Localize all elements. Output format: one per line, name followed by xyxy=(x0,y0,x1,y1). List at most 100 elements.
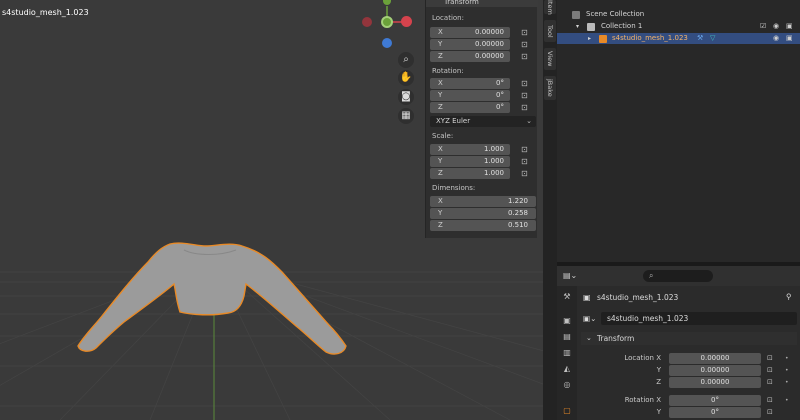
lock-icon[interactable]: ⊡ xyxy=(521,145,530,154)
scale-x-field[interactable]: X 1.000 xyxy=(430,144,510,155)
gizmo-x-pos[interactable] xyxy=(401,16,412,27)
transform-section-header[interactable]: ⌄ Transform xyxy=(581,332,797,345)
outliner-collection[interactable]: ▾ Collection 1 ☑ ◉ ▣ xyxy=(557,21,800,32)
world-icon[interactable]: ◎ xyxy=(562,380,572,390)
sweater-mesh xyxy=(77,242,347,355)
lock-icon[interactable]: ⊡ xyxy=(521,103,530,112)
blender-window: s4studio_mesh_1.023 ⌕ ✋ ◙ ▦ Transform Lo… xyxy=(0,0,800,420)
location-z-field[interactable]: Z 0.00000 xyxy=(430,51,510,62)
prop-location-y-field[interactable]: 0.00000 xyxy=(669,365,761,376)
lock-icon[interactable]: ⊡ xyxy=(767,354,773,362)
view-layer-icon[interactable]: ▥ xyxy=(562,348,572,358)
dimensions-z-field[interactable]: Z 0.510 xyxy=(430,220,536,231)
tab-tool[interactable]: Tool xyxy=(544,20,556,42)
properties-tabs: ⚒ ▣ ▤ ▥ ◭ ◎ ▢ xyxy=(557,286,577,420)
gizmo-z-neg[interactable] xyxy=(382,38,392,48)
sidebar-transform-panel: Transform Location: X 0.00000 Y 0.00000 Z0… xyxy=(425,0,538,238)
prop-location-x-field[interactable]: 0.00000 xyxy=(669,353,761,364)
lock-icon[interactable]: ⊡ xyxy=(767,408,773,416)
prop-location-z-field[interactable]: 0.00000 xyxy=(669,377,761,388)
mesh-object-icon xyxy=(599,35,607,43)
properties-header: ▤⌄ ⌕ xyxy=(557,266,800,286)
keyframe-dot-icon[interactable]: • xyxy=(785,379,789,386)
pan-hand-icon[interactable]: ✋ xyxy=(398,70,414,86)
tab-item[interactable]: Item xyxy=(544,0,556,15)
camera-icon[interactable]: ◙ xyxy=(398,89,414,105)
lock-icon[interactable]: ⊡ xyxy=(767,366,773,374)
gizmo-x-neg[interactable] xyxy=(362,17,372,27)
output-icon[interactable]: ▤ xyxy=(562,332,572,342)
modifier-wrench-icon[interactable]: ⚒ xyxy=(697,33,703,44)
viewport-object-label: s4studio_mesh_1.023 xyxy=(2,8,89,17)
rotation-x-field[interactable]: X 0° xyxy=(430,78,510,89)
scale-z-field[interactable]: Z 1.000 xyxy=(430,168,510,179)
properties-editor: ▤⌄ ⌕ ⚒ ▣ ▤ ▥ ◭ ◎ ▢ ▣ s4studio_mesh_1.023… xyxy=(557,266,800,420)
object-icon[interactable]: ▢ xyxy=(562,406,572,416)
search-icon: ⌕ xyxy=(649,271,654,280)
lock-icon[interactable]: ⊡ xyxy=(521,169,530,178)
lock-icon[interactable]: ⊡ xyxy=(767,396,773,404)
editor-type-icon[interactable]: ▤⌄ xyxy=(563,271,577,280)
lock-icon[interactable]: ⊡ xyxy=(521,91,530,100)
rotation-z-field[interactable]: Z 0° xyxy=(430,102,510,113)
tool-icon[interactable]: ⚒ xyxy=(562,292,572,302)
sidebar-tabs: Item Tool View jBake xyxy=(543,0,557,420)
properties-object-name: s4studio_mesh_1.023 xyxy=(597,293,679,302)
location-label: Location: xyxy=(432,14,464,22)
object-data-icon[interactable]: ▣⌄ xyxy=(583,314,596,323)
transform-panel-header[interactable]: Transform xyxy=(426,0,538,7)
lock-icon[interactable]: ⊡ xyxy=(521,157,530,166)
grid-perspective-icon[interactable]: ▦ xyxy=(398,108,414,124)
keyframe-dot-icon[interactable]: • xyxy=(785,397,789,404)
lock-icon[interactable]: ⊡ xyxy=(521,52,530,61)
checkbox-icon[interactable]: ☑ xyxy=(760,21,766,32)
collection-icon xyxy=(572,11,580,19)
dimensions-x-field[interactable]: X 1.220 xyxy=(430,196,536,207)
rotation-mode-dropdown[interactable]: XYZ Euler ⌄ xyxy=(430,116,536,127)
mesh-data-icon[interactable]: ▽ xyxy=(710,33,715,44)
render-icon[interactable]: ▣ xyxy=(562,316,572,326)
dimensions-label: Dimensions: xyxy=(432,184,476,192)
camera-icon[interactable]: ▣ xyxy=(786,33,793,44)
object-type-icon: ▣ xyxy=(583,293,591,302)
prop-rotation-x-field[interactable]: 0° xyxy=(669,395,761,406)
zoom-icon[interactable]: ⌕ xyxy=(398,52,414,68)
keyframe-dot-icon[interactable]: • xyxy=(785,355,789,362)
scale-y-field[interactable]: Y 1.000 xyxy=(430,156,510,167)
location-x-field[interactable]: X 0.00000 xyxy=(430,27,510,38)
lock-icon[interactable]: ⊡ xyxy=(521,40,530,49)
properties-search-input[interactable]: ⌕ xyxy=(643,270,713,282)
keyframe-dot-icon[interactable]: • xyxy=(785,367,789,374)
location-z-label: Z xyxy=(656,378,661,386)
eye-icon[interactable]: ◉ xyxy=(773,33,779,44)
pin-icon[interactable]: ⚲ xyxy=(786,292,792,301)
scene-icon[interactable]: ◭ xyxy=(562,364,572,374)
chevron-down-icon: ⌄ xyxy=(586,334,592,342)
expand-arrow-icon[interactable]: ▾ xyxy=(576,21,579,32)
collection-icon xyxy=(587,23,595,31)
rotation-y-label: Y xyxy=(656,408,661,416)
rotation-y-field[interactable]: Y 0° xyxy=(430,90,510,101)
prop-rotation-y-field[interactable]: 0° xyxy=(669,407,761,418)
object-name-field[interactable]: s4studio_mesh_1.023 xyxy=(601,312,797,325)
location-y-label: Y xyxy=(656,366,661,374)
outliner-scene-collection[interactable]: Scene Collection xyxy=(557,9,800,20)
gizmo-center-y[interactable] xyxy=(381,16,393,28)
lock-icon[interactable]: ⊡ xyxy=(521,79,530,88)
tab-jbake[interactable]: jBake xyxy=(544,76,556,100)
location-x-label: Location X xyxy=(624,354,661,362)
eye-icon[interactable]: ◉ xyxy=(773,21,779,32)
lock-icon[interactable]: ⊡ xyxy=(521,28,530,37)
chevron-down-icon: ⌄ xyxy=(526,117,532,125)
location-y-field[interactable]: Y 0.00000 xyxy=(430,39,510,50)
dimensions-y-field[interactable]: Y 0.258 xyxy=(430,208,536,219)
outliner: Scene Collection ▾ Collection 1 ☑ ◉ ▣ ▸ … xyxy=(557,0,800,262)
rotation-x-label: Rotation X xyxy=(624,396,661,404)
expand-arrow-icon[interactable]: ▸ xyxy=(588,33,591,44)
lock-icon[interactable]: ⊡ xyxy=(767,378,773,386)
scale-label: Scale: xyxy=(432,132,454,140)
rotation-label: Rotation: xyxy=(432,67,464,75)
camera-icon[interactable]: ▣ xyxy=(786,21,793,32)
tab-view[interactable]: View xyxy=(544,48,556,70)
outliner-object-row[interactable]: ▸ s4studio_mesh_1.023 ⚒ ▽ ◉ ▣ xyxy=(557,33,800,44)
